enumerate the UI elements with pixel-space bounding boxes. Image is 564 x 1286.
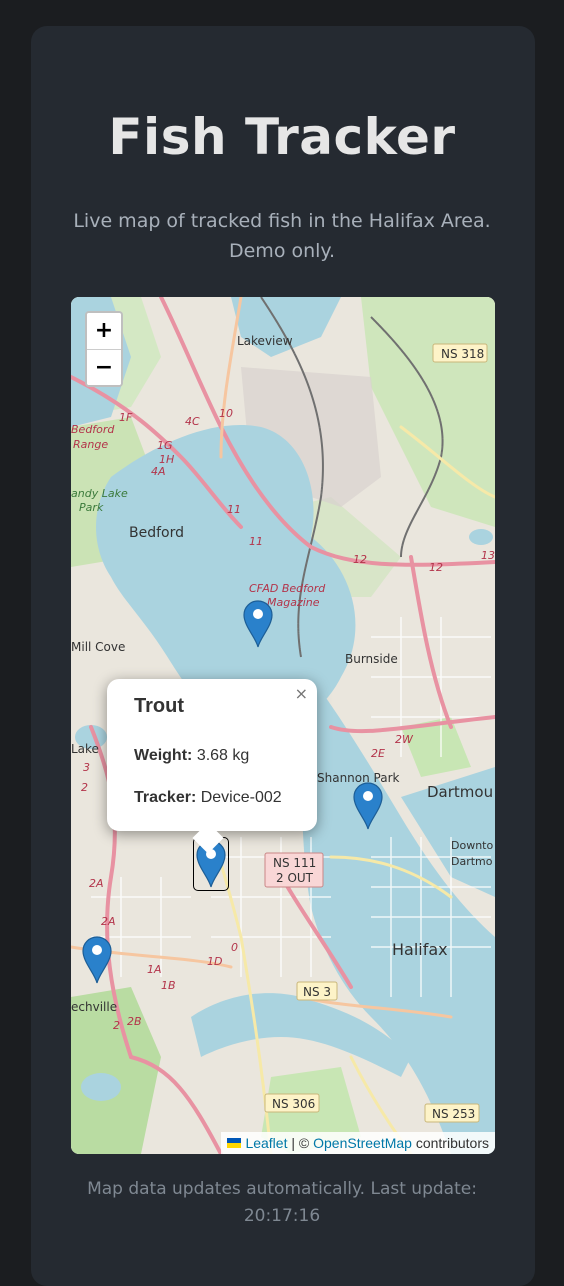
- map-container[interactable]: Lakeview Bedford Mill Cove Burnside Lake…: [71, 297, 495, 1154]
- road-label-2e: 2E: [371, 747, 385, 760]
- map-label-lakeview: Lakeview: [237, 334, 293, 348]
- last-update-text: Map data updates automatically. Last upd…: [87, 1179, 477, 1226]
- map-label-downtown-2: Dartmo: [451, 855, 493, 868]
- road-label-12a: 12: [353, 553, 367, 566]
- popup-tracker-row: Tracker: Device-002: [134, 789, 282, 807]
- popup-weight-label: Weight:: [134, 747, 193, 764]
- map-label-sandy-lake-2: Park: [79, 501, 104, 514]
- map-label-cfad-2: Magazine: [267, 596, 320, 609]
- attribution-separator: | ©: [287, 1135, 314, 1151]
- road-label-1f: 1F: [119, 411, 133, 424]
- fish-popup: × Trout Weight: 3.68 kg Tracker: Device-…: [107, 679, 317, 854]
- road-label-10: 10: [219, 407, 233, 420]
- popup-weight-row: Weight: 3.68 kg: [134, 747, 249, 765]
- map-label-halifax: Halifax: [392, 940, 448, 959]
- road-label-2c: 2: [113, 1019, 120, 1032]
- road-label-2w: 2W: [395, 733, 414, 746]
- page-title: Fish Tracker: [108, 108, 456, 166]
- map-label-bedford: Bedford: [129, 525, 184, 541]
- road-label-0: 0: [231, 941, 238, 954]
- fish-marker[interactable]: [243, 600, 273, 648]
- route-shield-ns111-exit: 2 OUT: [276, 871, 314, 885]
- map-label-bedford-range-2: Range: [73, 438, 108, 451]
- page-subtitle: Live map of tracked fish in the Halifax …: [73, 210, 491, 262]
- popup-title: Trout: [134, 695, 184, 717]
- map-label-burnside: Burnside: [345, 652, 398, 666]
- road-label-11b: 11: [249, 535, 263, 548]
- road-label-1g: 1G: [157, 439, 173, 452]
- zoom-out-button[interactable]: −: [87, 350, 121, 385]
- road-label-12b: 12: [429, 561, 443, 574]
- route-shield-ns111: NS 111: [273, 856, 316, 870]
- openstreetmap-link[interactable]: OpenStreetMap: [313, 1132, 412, 1154]
- map-label-cfad-1: CFAD Bedford: [249, 582, 326, 595]
- map-label-mill-cove: Mill Cove: [71, 640, 125, 654]
- route-shield-ns318: NS 318: [441, 347, 484, 361]
- map-label-beechville: echville: [71, 1000, 117, 1014]
- attribution-suffix: contributors: [411, 1135, 489, 1151]
- road-label-3: 3: [83, 761, 90, 774]
- map-label-dartmouth: Dartmou: [427, 783, 493, 801]
- popup-close-button[interactable]: ×: [295, 684, 308, 703]
- popup-tracker-value: Device-002: [200, 789, 282, 806]
- map-label-bedford-range-1: Bedford: [71, 423, 115, 436]
- road-label-2: 2: [81, 781, 88, 794]
- road-label-1b: 1B: [161, 979, 176, 992]
- zoom-control: + −: [85, 311, 123, 387]
- road-label-2b: 2B: [127, 1015, 142, 1028]
- route-shield-ns306: NS 306: [272, 1097, 315, 1111]
- ukraine-flag-icon: [227, 1138, 242, 1148]
- route-shield-ns3: NS 3: [303, 985, 331, 999]
- fish-marker[interactable]: [82, 936, 112, 984]
- map-label-lake: Lake: [71, 742, 99, 756]
- road-label-4c: 4C: [185, 415, 200, 428]
- road-label-1d: 1D: [207, 955, 222, 968]
- leaflet-link[interactable]: Leaflet: [245, 1132, 287, 1154]
- route-shield-ns253: NS 253: [432, 1107, 475, 1121]
- popup-tracker-label: Tracker:: [134, 789, 197, 806]
- road-label-13: 13: [481, 549, 495, 562]
- road-label-4a: 4A: [151, 465, 166, 478]
- road-label-1a: 1A: [147, 963, 162, 976]
- road-label-2a-2: 2A: [101, 915, 116, 928]
- fish-marker[interactable]: [353, 782, 383, 830]
- popup-weight-value: 3.68 kg: [196, 747, 250, 764]
- map-attribution: Leaflet | © OpenStreetMap contributors: [221, 1132, 495, 1154]
- map-label-sandy-lake-1: andy Lake: [71, 487, 128, 500]
- road-label-2a: 2A: [89, 877, 104, 890]
- zoom-in-button[interactable]: +: [87, 313, 121, 350]
- road-label-11a: 11: [227, 503, 241, 516]
- map-label-downtown-1: Downto: [451, 839, 493, 852]
